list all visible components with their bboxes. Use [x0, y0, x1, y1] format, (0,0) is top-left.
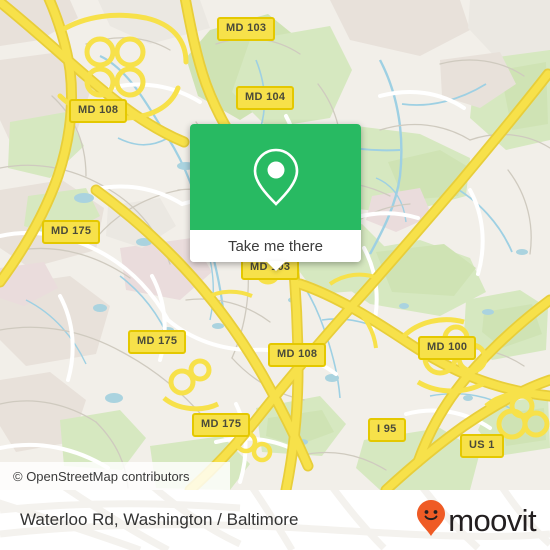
map-canvas[interactable]: .wtr { fill:#aad3df; } .wline { stroke:#… — [0, 0, 550, 490]
popup-action-bar[interactable]: Take me there — [190, 230, 361, 271]
road-shield: MD 108 — [69, 99, 128, 123]
take-me-there-label: Take me there — [227, 237, 324, 255]
location-title: Waterloo Rd, Washington / Baltimore — [20, 510, 299, 529]
moovit-logo[interactable]: moovit — [416, 499, 537, 542]
moovit-wordmark: moovit — [448, 502, 536, 538]
popup-pointer-tail — [265, 261, 286, 271]
road-shield: MD 100 — [418, 336, 477, 360]
take-me-there-popup[interactable]: Take me there — [190, 124, 361, 271]
road-shield: MD 175 — [192, 413, 251, 437]
road-shield: MD 104 — [236, 86, 295, 110]
road-shield: I 95 — [368, 418, 406, 442]
road-shield: US 1 — [460, 434, 504, 458]
popup-icon-area — [190, 124, 361, 230]
road-shield: MD 175 — [128, 330, 187, 354]
footer-content: Waterloo Rd, Washington / Baltimore moov… — [0, 490, 550, 550]
road-shield: MD 108 — [268, 343, 327, 367]
map-pin-icon — [250, 146, 302, 208]
attribution-text: © OpenStreetMap contributors — [13, 468, 190, 484]
map-attribution[interactable]: © OpenStreetMap contributors — [0, 462, 230, 490]
footer-bar: Waterloo Rd, Washington / Baltimore moov… — [0, 490, 550, 550]
road-shield: MD 175 — [42, 220, 101, 244]
moovit-map-screenshot: .wtr { fill:#aad3df; } .wline { stroke:#… — [0, 0, 550, 550]
road-shield: MD 103 — [217, 17, 276, 41]
moovit-pin-icon — [416, 499, 446, 542]
